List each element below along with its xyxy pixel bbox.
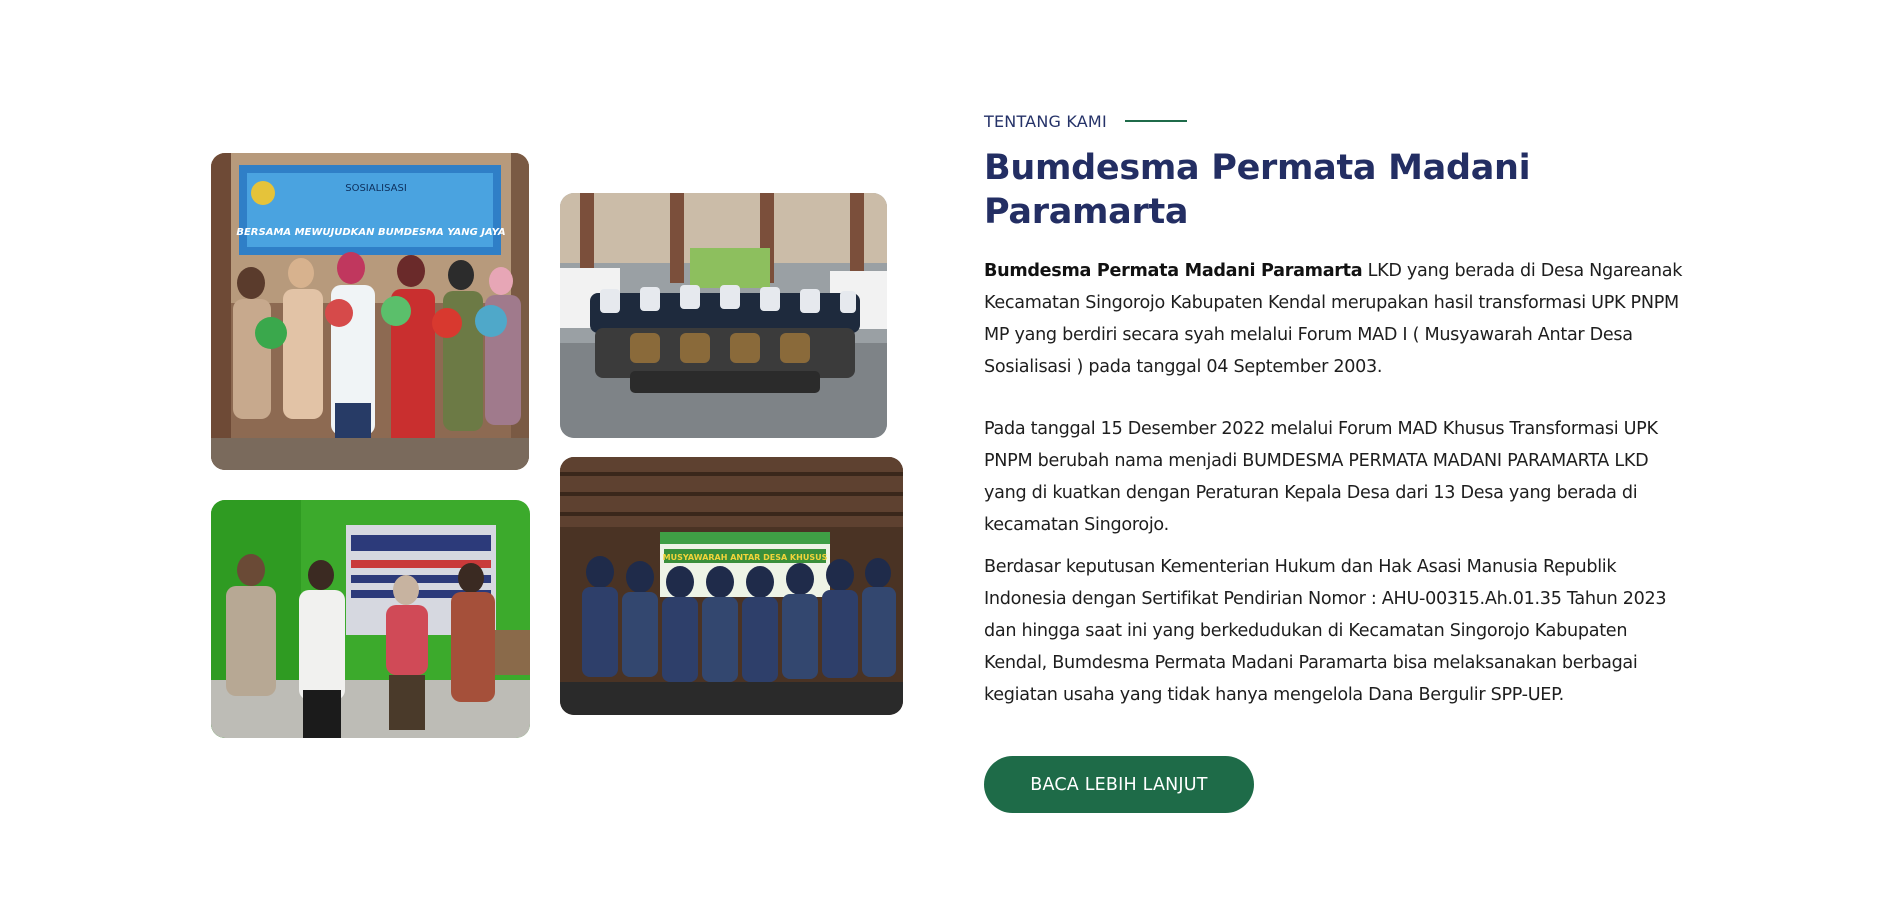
photo-1-banner-text-2: BERSAMA MEWUJUDKAN BUMDESMA YANG JAYA [236,227,505,238]
photo-mad-khusus-group-image: MUSYAWARAH ANTAR DESA KHUSUS [560,457,903,715]
photo-group-hall-image [560,193,887,438]
eyebrow-divider [1124,120,1187,122]
about-content: TENTANG KAMI Bumdesma Permata Madani Par… [984,108,1684,813]
about-paragraph-1: Bumdesma Permata Madani Paramarta LKD ya… [984,255,1684,383]
photo-handover-event-image [211,500,530,738]
photo-4-banner-text: MUSYAWARAH ANTAR DESA KHUSUS [663,553,828,562]
photo-handover-event [211,500,530,738]
photo-mad-khusus-group: MUSYAWARAH ANTAR DESA KHUSUS [560,457,903,715]
photo-community-bouquets: SOSIALISASI BERSAMA MEWUJUDKAN BUMDESMA … [211,153,529,470]
about-section: SOSIALISASI BERSAMA MEWUJUDKAN BUMDESMA … [0,0,1886,898]
photo-1-banner-text-1: SOSIALISASI [345,183,407,194]
read-more-button[interactable]: BACA LEBIH LANJUT [984,756,1254,813]
about-paragraph-2: Pada tanggal 15 Desember 2022 melalui Fo… [984,419,1658,535]
section-eyebrow: TENTANG KAMI [984,108,1684,134]
section-title: Bumdesma Permata Madani Paramarta [984,148,1531,232]
about-paragraph-1-bold: Bumdesma Permata Madani Paramarta [984,261,1363,281]
photo-community-bouquets-image: SOSIALISASI BERSAMA MEWUJUDKAN BUMDESMA … [211,153,529,470]
about-paragraph-3: Berdasar keputusan Kementerian Hukum dan… [984,557,1667,705]
eyebrow-label: TENTANG KAMI [984,111,1107,131]
photo-group-hall [560,193,887,438]
